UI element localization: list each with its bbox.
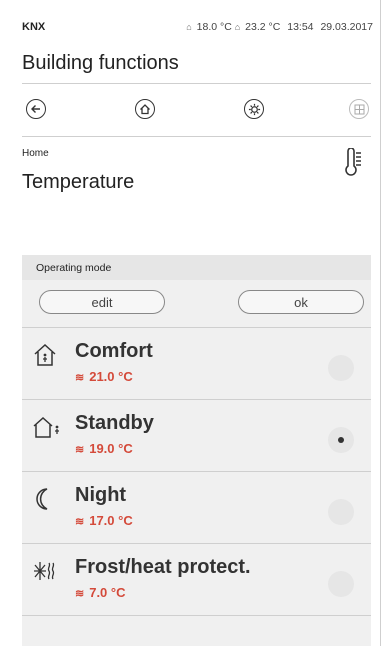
heat-icon: ≋ xyxy=(75,372,85,384)
panel-header: Operating mode xyxy=(22,255,371,280)
indoor-thermometer-icon: ⌂ xyxy=(234,22,241,32)
operating-mode-panel: Operating mode edit ok Comfort ≋ 21.0 °C … xyxy=(22,255,371,646)
divider xyxy=(22,136,371,137)
thermometer-icon xyxy=(344,147,362,183)
status-date: 29.03.2017 xyxy=(320,21,373,33)
mode-row-night[interactable]: Night ≋ 17.0 °C xyxy=(22,471,371,544)
mode-row-frost-heat[interactable]: Frost/heat protect. ≋ 7.0 °C xyxy=(22,543,371,616)
divider xyxy=(22,615,371,617)
status-info: ⌂ 18.0 °C ⌂ 23.2 °C 13:54 29.03.2017 xyxy=(186,21,373,33)
mode-radio[interactable] xyxy=(328,499,354,525)
toolbar xyxy=(22,96,371,122)
page-title: Temperature xyxy=(22,171,135,193)
ok-button[interactable]: ok xyxy=(238,290,364,314)
mode-label: Frost/heat protect. xyxy=(75,556,251,578)
app-frame: KNX ⌂ 18.0 °C ⌂ 23.2 °C 13:54 29.03.2017 B… xyxy=(0,0,381,646)
mode-temperature: ≋ 19.0 °C xyxy=(75,441,133,456)
mode-label: Standby xyxy=(75,412,154,434)
breadcrumb[interactable]: Home xyxy=(22,148,49,159)
heat-icon: ≋ xyxy=(75,588,85,600)
mode-temperature: ≋ 7.0 °C xyxy=(75,585,126,600)
moon-icon xyxy=(32,486,58,512)
edit-button[interactable]: edit xyxy=(39,290,165,314)
app-title: Building functions xyxy=(22,52,179,74)
arrow-left-icon xyxy=(31,105,40,113)
outdoor-thermometer-icon: ⌂ xyxy=(186,22,192,32)
snow-heat-icon xyxy=(32,558,58,584)
mode-radio[interactable] xyxy=(328,355,354,381)
indoor-temperature: 23.2 °C xyxy=(245,21,281,33)
heat-icon: ≋ xyxy=(75,444,85,456)
back-button[interactable] xyxy=(22,96,50,122)
panel-title: Operating mode xyxy=(36,262,112,274)
divider xyxy=(22,83,371,84)
grid-view-button[interactable] xyxy=(345,96,373,122)
status-brand: KNX xyxy=(22,21,46,33)
mode-label: Comfort xyxy=(75,340,153,362)
mode-temperature: ≋ 17.0 °C xyxy=(75,513,133,528)
radio-dot xyxy=(338,437,344,443)
home-button[interactable] xyxy=(131,96,159,122)
home-icon xyxy=(140,104,150,115)
mode-radio[interactable] xyxy=(328,571,354,597)
mode-radio-selected[interactable] xyxy=(328,427,354,453)
mode-row-comfort[interactable]: Comfort ≋ 21.0 °C xyxy=(22,327,371,400)
mode-temperature: ≋ 21.0 °C xyxy=(75,369,133,384)
outdoor-temperature: 18.0 °C xyxy=(196,21,232,33)
gear-icon xyxy=(248,103,260,115)
grid-icon xyxy=(354,104,364,114)
status-time: 13:54 xyxy=(287,21,314,33)
mode-label: Night xyxy=(75,484,127,506)
house-person-icon xyxy=(32,342,58,368)
mode-row-standby[interactable]: Standby ≋ 19.0 °C xyxy=(22,399,371,472)
heat-icon: ≋ xyxy=(75,516,85,528)
house-person-out-icon xyxy=(32,414,59,440)
settings-button[interactable] xyxy=(240,96,268,122)
status-bar: KNX ⌂ 18.0 °C ⌂ 23.2 °C 13:54 29.03.2017 xyxy=(0,0,381,46)
